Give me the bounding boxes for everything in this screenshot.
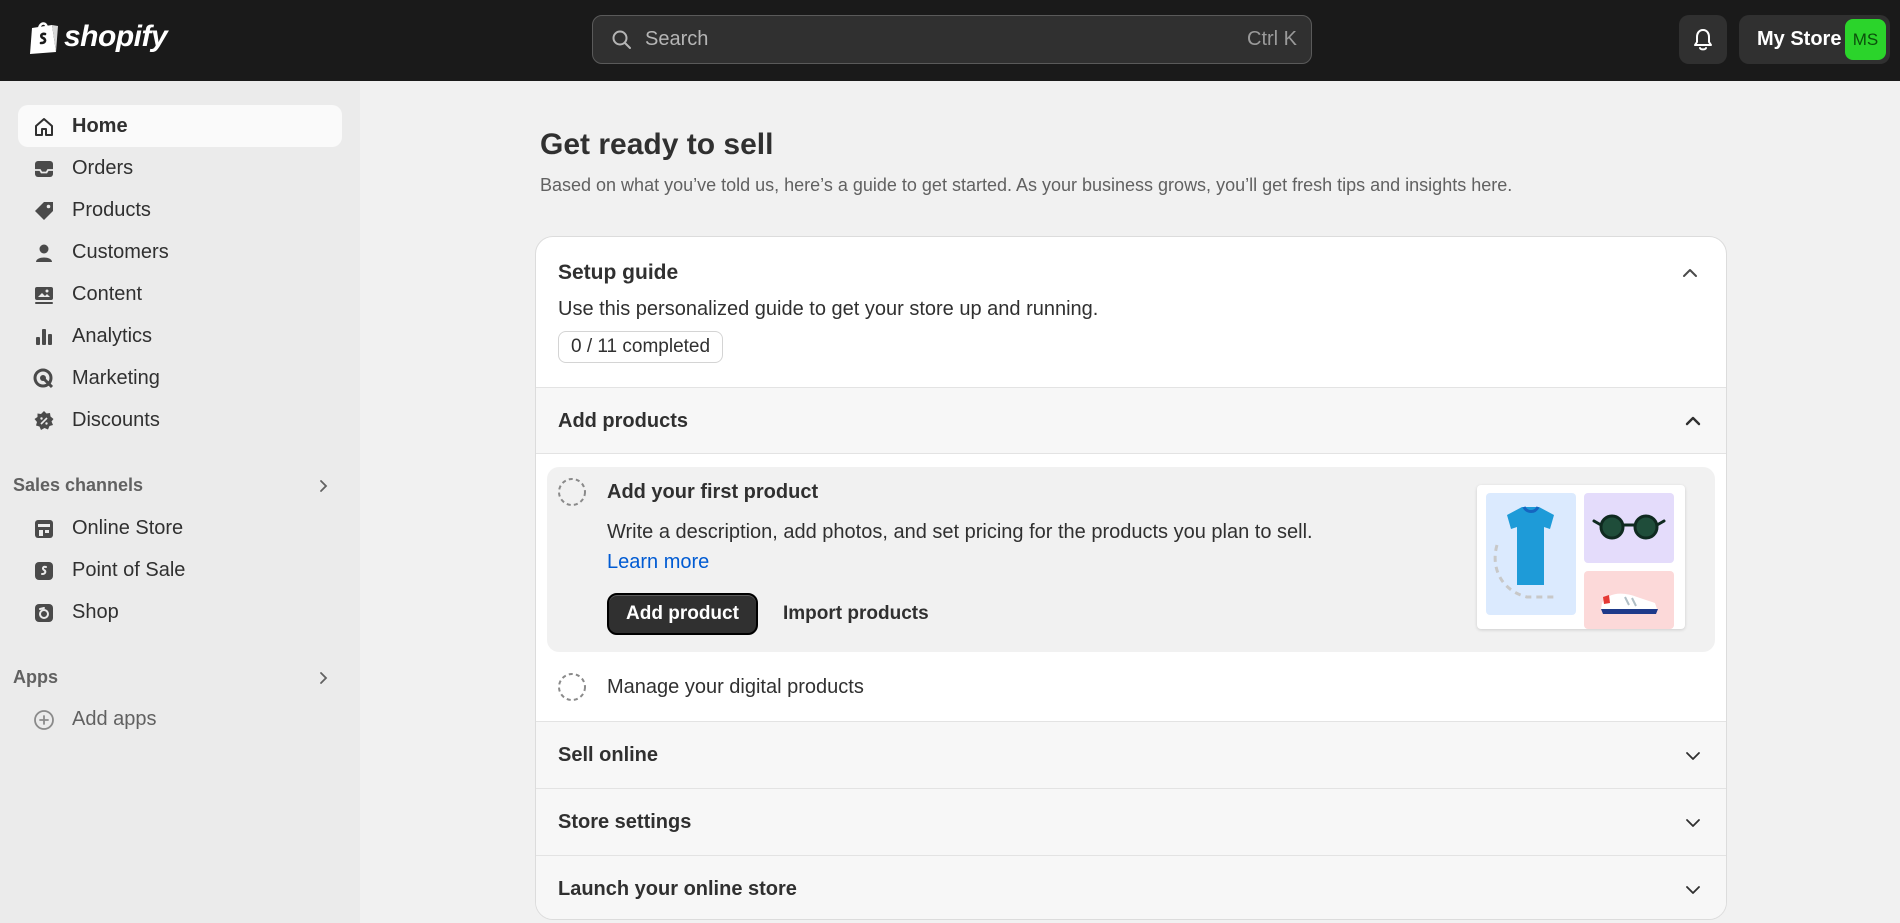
task-title: Manage your digital products	[607, 676, 864, 698]
section-title: Sell online	[558, 744, 659, 766]
section-store-settings[interactable]: Store settings	[536, 788, 1726, 855]
search-icon	[612, 30, 631, 49]
store-name: My Store	[1757, 28, 1842, 50]
setup-guide-title: Setup guide	[558, 261, 679, 284]
image-icon	[35, 287, 53, 304]
inbox-icon	[35, 161, 53, 177]
shop-icon	[35, 604, 53, 622]
sidebar-item-label: Analytics	[72, 324, 153, 347]
sidebar-item-add-apps[interactable]: Add apps	[18, 698, 342, 740]
top-bar: shopify Ctrl K My Store MS	[0, 0, 1900, 81]
storefront-icon	[35, 520, 53, 538]
sidebar-item-online-store[interactable]: Online Store	[18, 507, 342, 549]
sidebar-item-label: Shop	[72, 600, 119, 623]
store-menu-button[interactable]: My Store MS	[1739, 15, 1890, 64]
tag-icon	[35, 202, 53, 220]
sidebar-item-label: Marketing	[72, 366, 160, 389]
sidebar-item-label: Online Store	[72, 516, 184, 539]
section-header[interactable]: Add products	[536, 388, 1726, 454]
sidebar-item-products[interactable]: Products	[18, 189, 342, 231]
sidebar-item-marketing[interactable]: Marketing	[18, 357, 342, 399]
shopify-logo[interactable]: shopify	[28, 18, 168, 56]
chevron-right-icon[interactable]	[316, 479, 330, 493]
notifications-button[interactable]	[1679, 15, 1727, 64]
sidebar-item-label: Products	[72, 198, 151, 221]
sidebar: Home Orders Products Customers Content A…	[0, 81, 360, 923]
bell-icon	[1694, 28, 1712, 50]
task-title: Add your first product	[607, 481, 819, 503]
section-launch-online-store[interactable]: Launch your online store	[536, 855, 1726, 919]
products-illustration-graphic	[1486, 493, 1674, 629]
task-description: Write a description, add photos, and set…	[607, 517, 1327, 577]
section-title: Store settings	[558, 811, 692, 833]
section-title: Launch your online store	[558, 878, 797, 900]
chevron-up-icon[interactable]	[1678, 261, 1702, 285]
sidebar-item-label: Orders	[72, 156, 134, 179]
logo-text: shopify	[64, 20, 168, 53]
setup-guide-card: Setup guide Use this personalized guide …	[535, 236, 1727, 920]
sidebar-item-orders[interactable]: Orders	[18, 147, 342, 189]
target-icon	[33, 368, 54, 389]
task-add-first-product[interactable]: Add your first product Write a descripti…	[547, 467, 1715, 652]
sidebar-item-discounts[interactable]: Discounts	[18, 399, 342, 441]
discount-icon	[34, 411, 54, 430]
task-manage-digital-products[interactable]: Manage your digital products	[536, 652, 1726, 725]
shopify-bag-icon	[30, 22, 58, 54]
section-sell-online[interactable]: Sell online	[536, 721, 1726, 788]
sales-channels-heading[interactable]: Sales channels	[13, 475, 143, 496]
task-description-text: Write a description, add photos, and set…	[607, 521, 1313, 543]
progress-badge: 0 / 11 completed	[558, 331, 724, 363]
apps-heading[interactable]: Apps	[13, 667, 58, 688]
incomplete-circle-icon[interactable]	[557, 672, 587, 702]
sidebar-item-shop[interactable]: Shop	[18, 591, 342, 633]
chevron-down-icon[interactable]	[1682, 812, 1704, 834]
sidebar-item-content[interactable]: Content	[18, 273, 342, 315]
sidebar-item-label: Home	[72, 114, 128, 137]
sidebar-item-label: Customers	[72, 240, 169, 263]
search-input[interactable]	[645, 28, 1247, 51]
avatar: MS	[1845, 19, 1886, 60]
page-subtitle: Based on what you’ve told us, here’s a g…	[540, 175, 1513, 195]
chevron-right-icon[interactable]	[316, 671, 330, 685]
incomplete-circle-icon[interactable]	[557, 477, 587, 507]
section-title: Add products	[558, 410, 688, 432]
sidebar-item-analytics[interactable]: Analytics	[18, 315, 342, 357]
sidebar-item-label: Discounts	[72, 408, 160, 431]
sidebar-item-label: Add apps	[72, 707, 157, 730]
add-circle-icon	[34, 710, 54, 730]
import-products-button[interactable]: Import products	[779, 593, 933, 635]
sidebar-item-point-of-sale[interactable]: Point of Sale	[18, 549, 342, 591]
pos-icon	[35, 562, 53, 580]
home-icon	[35, 118, 53, 136]
setup-guide-description: Use this personalized guide to get your …	[558, 298, 1099, 320]
chevron-down-icon[interactable]	[1682, 879, 1704, 901]
person-icon	[36, 244, 52, 262]
learn-more-link[interactable]: Learn more	[607, 551, 709, 573]
search-shortcut: Ctrl K	[1247, 28, 1297, 50]
add-product-button[interactable]: Add product	[607, 593, 758, 635]
products-illustration	[1477, 485, 1685, 629]
sidebar-item-label: Point of Sale	[72, 558, 186, 581]
chevron-up-icon[interactable]	[1682, 410, 1704, 432]
sidebar-item-customers[interactable]: Customers	[18, 231, 342, 273]
chevron-down-icon[interactable]	[1682, 745, 1704, 767]
search-bar[interactable]: Ctrl K	[592, 15, 1312, 64]
sidebar-item-home[interactable]: Home	[18, 105, 342, 147]
bar-chart-icon	[36, 329, 52, 345]
sidebar-item-label: Content	[72, 282, 143, 305]
page-title: Get ready to sell	[540, 128, 774, 161]
